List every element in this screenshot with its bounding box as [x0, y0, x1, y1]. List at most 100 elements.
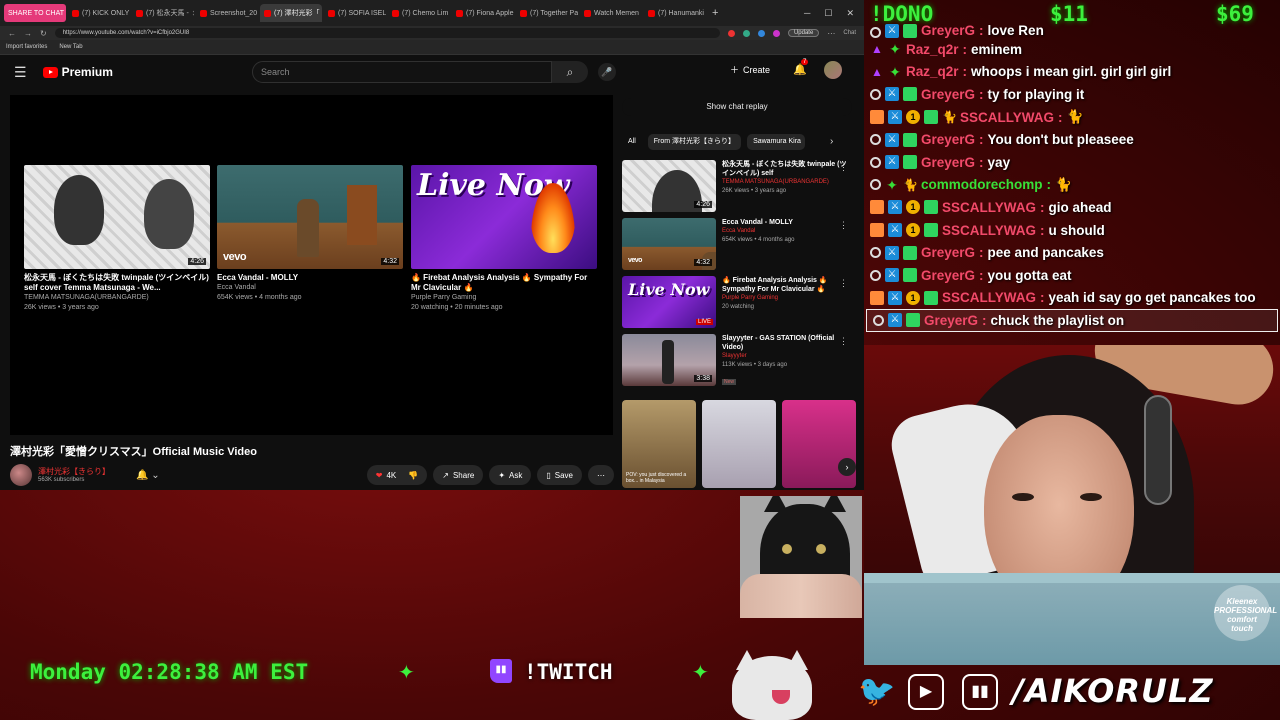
share-button[interactable]: ↗ Share [433, 465, 484, 485]
browser-tab[interactable]: SHARE TO CHAT [4, 4, 66, 22]
tab-close-icon[interactable]: ✕ [192, 9, 194, 18]
duration-label: 4:32 [381, 258, 399, 265]
video-player[interactable]: 4:26 松永天馬 - ぼくたちは失敗 twinpale (ツインペイル) se… [10, 95, 613, 435]
short-video[interactable]: POV: you just discovered a box... in Mal… [622, 400, 696, 488]
like-count: 4K [386, 470, 397, 480]
browser-tab[interactable]: (7) SOFIA ISELL✕ [324, 4, 386, 22]
chevron-right-icon[interactable]: › [830, 136, 833, 147]
bookmark-import-favorites[interactable]: Import favorites [6, 44, 47, 50]
recommendation-item[interactable]: 4:26 松永天馬 - ぼくたちは失敗 twinpale (ツインペイル) se… [622, 160, 852, 214]
recommendation-item[interactable]: 3:38 Slayyyter - GAS STATION (Official V… [622, 334, 852, 388]
extension-icon[interactable] [727, 29, 735, 37]
tier-one-badge-icon: 1 [906, 200, 920, 215]
share-label: Share [452, 470, 475, 480]
chip-from-channel[interactable]: From 澤村光彩【きらり】 [647, 134, 742, 150]
chat-username: SSCALLYWAG [960, 109, 1055, 125]
channel-avatar[interactable] [10, 464, 32, 486]
recommendation-title: Slayyyter - GAS STATION (Official Video) [722, 335, 835, 351]
tab-label: Screenshot_20 [210, 9, 258, 17]
more-options-icon[interactable]: ⋮ [839, 278, 848, 289]
recommendation-title: 松永天馬 - ぼくたちは失敗 twinpale (ツインペイル) self [722, 161, 847, 177]
new-tab-icon[interactable]: + [708, 7, 722, 19]
browser-tab[interactable]: (7) 松永天馬 -✕ [132, 4, 194, 22]
shorts-next-icon[interactable]: › [838, 458, 856, 476]
recommendation-meta: 26K views • 3 years ago [722, 188, 787, 194]
browser-tab[interactable]: (7) Fiona Apple✕ [452, 4, 514, 22]
chat-username: GreyerG [921, 132, 976, 148]
minimize-icon[interactable]: ─ [804, 8, 810, 19]
browser-tab[interactable]: (7) Hanumanki✕ [644, 4, 706, 22]
save-button[interactable]: ▯ Save [537, 465, 582, 485]
url-field[interactable]: https://www.youtube.com/watch?v=iCfbjo2G… [54, 28, 720, 38]
short-video[interactable] [702, 400, 776, 488]
update-button[interactable]: Update [787, 29, 820, 37]
microphone-icon[interactable]: 🎤 [598, 63, 616, 81]
search-input[interactable]: Search [252, 61, 552, 83]
chat-overlay: ⚔ GreyerG: love Ren ▲ ✦ Raz_q2r: eminem ▲ ✦ Raz_q… [864, 22, 1280, 332]
user-badge-icon [870, 134, 881, 146]
forward-icon[interactable]: → [24, 29, 32, 38]
recommendation-item[interactable]: vevo 4:32 Ecca Vandal - MOLLY Ecca Vanda… [622, 218, 852, 272]
browser-tab[interactable]: Screenshot_20✕ [196, 4, 258, 22]
endcard-channel: TEMMA MATSUNAGA(URBANGARDE) [24, 294, 149, 301]
more-actions-icon[interactable]: ⋯ [588, 465, 614, 485]
chip-related[interactable]: Sawamura Kira [747, 134, 806, 150]
endcard-video[interactable]: Live Now 🔥 Firebat Analysis Analysis 🔥 S… [411, 165, 597, 313]
browser-tab[interactable]: (7) Chemo Lim✕ [388, 4, 450, 22]
recommendation-item[interactable]: Live Now LIVE 🔥 Firebat Analysis Analysi… [622, 276, 852, 330]
sword-badge-icon: ⚔ [885, 132, 899, 147]
account-avatar[interactable] [824, 61, 842, 79]
maximize-icon[interactable]: ☐ [824, 8, 832, 19]
youtube-logo[interactable]: Premium [42, 65, 113, 79]
search-icon[interactable]: ⌕ [552, 61, 588, 83]
endcard-channel: Ecca Vandal [217, 284, 256, 291]
ask-button[interactable]: ✦ Ask [489, 465, 532, 485]
show-chat-replay-button[interactable]: Show chat replay [622, 98, 852, 116]
tab-favicon-icon [584, 9, 591, 17]
endcard-video[interactable]: 4:26 松永天馬 - ぼくたちは失敗 twinpale (ツインペイル) se… [24, 165, 210, 313]
sword-badge-icon: ⚔ [888, 290, 902, 305]
menu-dots-icon[interactable]: ⋯ [827, 29, 835, 38]
sword-badge-icon: ⚔ [888, 313, 902, 328]
browser-tab[interactable]: (7) KICK ONLY✕ [68, 4, 130, 22]
browser-tab[interactable]: (7) 澤村光彩「✕ [260, 4, 322, 22]
endcard-video[interactable]: vevo 4:32 Ecca Vandal - MOLLY Ecca Vanda… [217, 165, 403, 303]
back-icon[interactable]: ← [8, 29, 16, 38]
browser-tab[interactable]: (7) Together Pa✕ [516, 4, 578, 22]
plus-icon: ＋ [730, 65, 740, 75]
extension-icon[interactable] [757, 29, 765, 37]
tier-one-badge-icon: 1 [906, 290, 920, 305]
reload-icon[interactable]: ↻ [40, 29, 47, 38]
browser-window: SHARE TO CHAT(7) KICK ONLY✕(7) 松永天馬 -✕Sc… [0, 0, 864, 490]
create-button[interactable]: ＋ Create [730, 63, 770, 76]
extension-icon[interactable] [742, 29, 750, 37]
channel-name[interactable]: 澤村光彩【きらり】 [38, 467, 110, 477]
mod-badge-icon [870, 200, 884, 215]
cat-ear [822, 496, 846, 512]
webcam-feed: Kleenex PROFESSIONAL comfort touch [864, 345, 1280, 665]
more-options-icon[interactable]: ⋮ [839, 220, 848, 231]
user-badge-icon [870, 179, 881, 191]
more-options-icon[interactable]: ⋮ [839, 336, 848, 347]
browser-tab[interactable]: Watch Memen✕ [580, 4, 642, 22]
cat-ear [736, 650, 758, 670]
chat-text: love Ren [987, 23, 1044, 38]
chat-separator: : [1040, 222, 1045, 238]
sword-badge-icon: ⚔ [885, 245, 899, 260]
chat-username: GreyerG [921, 23, 976, 38]
chat-separator: : [1040, 290, 1045, 306]
more-options-icon[interactable]: ⋮ [839, 162, 848, 173]
close-icon[interactable]: ✕ [846, 8, 854, 19]
chat-separator: : [979, 86, 984, 102]
dislike-icon[interactable]: 👎 [408, 471, 418, 480]
extension-icon[interactable] [772, 29, 780, 37]
hamburger-menu-icon[interactable]: ☰ [14, 64, 27, 81]
like-button[interactable]: ❤ 4K 👎 [366, 465, 428, 485]
bookmark-new-tab[interactable]: New Tab [59, 44, 82, 50]
subscribed-bell-icon[interactable]: 🔔 ⌄ [136, 470, 160, 481]
copilot-chat-button[interactable]: Chat [843, 30, 856, 36]
chip-all[interactable]: All [622, 134, 642, 150]
recommendation-channel: Ecca Vandal [722, 228, 756, 234]
share-icon: ↗ [442, 470, 449, 480]
chat-username: Raz_q2r [906, 64, 959, 80]
